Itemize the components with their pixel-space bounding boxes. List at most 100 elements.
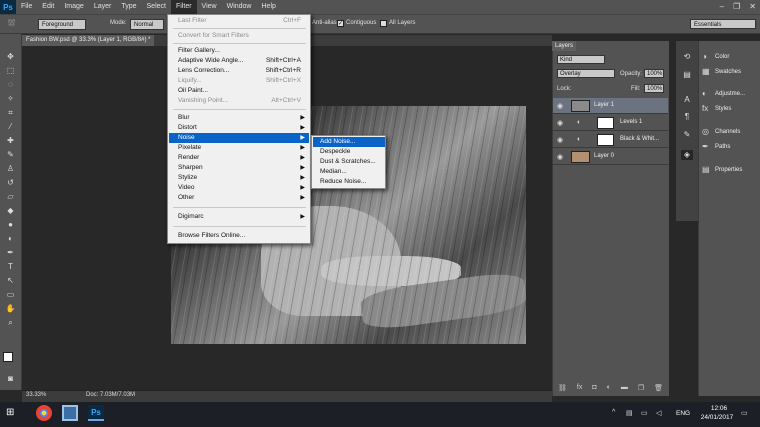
menu-item-digimarc[interactable]: Digimarc ▶ — [169, 212, 309, 222]
menu-item-filter-gallery[interactable]: Filter Gallery... — [169, 46, 309, 56]
layers-dock-icon[interactable]: ◈ — [681, 150, 693, 160]
menu-item-pixelate[interactable]: Pixelate ▶ — [169, 143, 309, 153]
menu-item-oil-paint[interactable]: Oil Paint... — [169, 86, 309, 96]
menu-item-stylize[interactable]: Stylize ▶ — [169, 173, 309, 183]
paint-bucket-tool-icon[interactable]: ◆ — [4, 206, 17, 215]
menu-layer[interactable]: Layer — [89, 0, 117, 14]
close-button[interactable]: ✕ — [749, 0, 756, 14]
clock-time[interactable]: 12:06 — [704, 405, 734, 412]
layers-tab[interactable]: Layers — [552, 41, 576, 51]
notification-icon[interactable]: ▭ — [741, 409, 748, 417]
menu-item-median[interactable]: Median... — [313, 167, 385, 177]
chrome-icon[interactable] — [36, 405, 52, 421]
language-indicator[interactable]: ENG — [676, 410, 690, 417]
dock-channels[interactable]: ◎ Channels — [702, 127, 740, 136]
paint-bucket-icon[interactable]: ⛆ — [8, 18, 15, 29]
layer-row-black-white[interactable]: ◉ ◐ Black & Whit... — [553, 132, 668, 148]
hand-tool-icon[interactable]: ✋ — [4, 304, 17, 313]
menu-help[interactable]: Help — [257, 0, 281, 14]
foreground-color-swatch[interactable] — [3, 352, 13, 362]
type-tool-icon[interactable]: T — [4, 262, 17, 271]
clock-date[interactable]: 24/01/2017 — [695, 414, 739, 421]
menu-edit[interactable]: Edit — [37, 0, 59, 14]
folder-icon[interactable]: ▬ — [621, 384, 628, 394]
pen-tool-icon[interactable]: ✒ — [4, 248, 17, 257]
zoom-tool-icon[interactable]: ⌕ — [4, 318, 17, 327]
menu-item-noise[interactable]: Noise ▶ — [169, 133, 309, 143]
menu-item-dust-scratches[interactable]: Dust & Scratches... — [313, 157, 385, 167]
mode-select[interactable]: Normal — [130, 19, 164, 30]
workspace-select[interactable]: Essentials — [690, 19, 756, 29]
restore-button[interactable]: ❐ — [733, 0, 740, 14]
menu-window[interactable]: Window — [222, 0, 257, 14]
visibility-eye-icon[interactable]: ◉ — [557, 119, 563, 127]
fill-source-select[interactable]: Foreground — [38, 19, 86, 30]
paragraph-icon[interactable]: ¶ — [681, 112, 693, 122]
history-icon[interactable]: ⟲ — [681, 52, 693, 62]
adjustment-layer-icon[interactable]: ◐ — [607, 384, 611, 394]
dock-swatches[interactable]: ▦ Swatches — [702, 67, 741, 76]
menu-type[interactable]: Type — [116, 0, 141, 14]
eraser-tool-icon[interactable]: ▱ — [4, 192, 17, 201]
healing-brush-icon[interactable]: ✚ — [4, 136, 17, 145]
dock-paths[interactable]: ✒ Paths — [702, 142, 730, 151]
tray-chevron-icon[interactable]: ^ — [612, 409, 615, 416]
properties-icon[interactable]: ▤ — [681, 70, 693, 80]
visibility-eye-icon[interactable]: ◉ — [557, 136, 563, 144]
visibility-eye-icon[interactable]: ◉ — [557, 102, 563, 110]
link-icon[interactable]: ⛓ — [558, 384, 567, 394]
layer-filter-kind[interactable]: Kind — [557, 55, 605, 64]
layer-row-levels-1[interactable]: ◉ ◐ Levels 1 — [553, 115, 668, 131]
magic-wand-icon[interactable]: ✧ — [4, 94, 17, 103]
blur-tool-icon[interactable]: ● — [4, 220, 17, 229]
all-layers-checkbox[interactable] — [380, 20, 387, 27]
path-select-icon[interactable]: ↖ — [4, 276, 17, 285]
menu-item-adaptive-wide-angle[interactable]: Adaptive Wide Angle... Shift+Ctrl+A — [169, 56, 309, 66]
photoshop-taskbar-icon[interactable]: Ps — [88, 405, 104, 421]
menu-file[interactable]: File — [16, 0, 37, 14]
volume-icon[interactable]: ◁ — [656, 409, 661, 417]
dock-adjustments[interactable]: ◐ Adjustme... — [702, 89, 745, 98]
dock-properties[interactable]: ▤ Properties — [702, 165, 742, 174]
network-icon[interactable]: ▤ — [626, 409, 633, 417]
opacity-input[interactable]: 100% — [644, 69, 664, 78]
menu-item-distort[interactable]: Distort ▶ — [169, 123, 309, 133]
new-layer-icon[interactable]: ❐ — [638, 384, 644, 394]
menu-image[interactable]: Image — [59, 0, 88, 14]
dock-color[interactable]: ◑ Color — [702, 52, 729, 61]
visibility-eye-icon[interactable]: ◉ — [557, 153, 563, 161]
menu-item-despeckle[interactable]: Despeckle — [313, 147, 385, 157]
eyedropper-icon[interactable]: ⁄ — [4, 122, 17, 131]
mask-icon[interactable]: ◘ — [592, 384, 596, 394]
brush-presets-icon[interactable]: ✎ — [681, 130, 693, 140]
history-brush-icon[interactable]: ↺ — [4, 178, 17, 187]
menu-item-add-noise[interactable]: Add Noise... — [313, 137, 385, 147]
menu-item-sharpen[interactable]: Sharpen ▶ — [169, 163, 309, 173]
menu-view[interactable]: View — [197, 0, 222, 14]
contiguous-checkbox[interactable]: ✓ — [337, 20, 344, 27]
dock-styles[interactable]: fx Styles — [702, 104, 731, 113]
menu-item-reduce-noise[interactable]: Reduce Noise... — [313, 177, 385, 187]
layer-row-layer-1[interactable]: ◉ Layer 1 — [553, 98, 668, 114]
menu-item-video[interactable]: Video ▶ — [169, 183, 309, 193]
stamp-tool-icon[interactable]: ♙ — [4, 164, 17, 173]
document-tab[interactable]: Fashion BW.psd @ 33.3% (Layer 1, RGB/8#)… — [22, 35, 155, 46]
menu-item-blur[interactable]: Blur ▶ — [169, 113, 309, 123]
lasso-tool-icon[interactable]: ◌ — [4, 80, 17, 89]
windows-start-icon[interactable]: ⊞ — [6, 407, 14, 418]
trash-icon[interactable]: 🗑 — [654, 384, 663, 394]
zoom-level[interactable]: 33.33% — [26, 392, 46, 398]
menu-item-browse-filters[interactable]: Browse Filters Online... — [169, 231, 309, 241]
marquee-tool-icon[interactable]: ⬚ — [4, 66, 17, 75]
file-explorer-icon[interactable] — [62, 405, 78, 421]
layer-row-layer-0[interactable]: ◉ Layer 0 — [553, 149, 668, 165]
menu-item-other[interactable]: Other ▶ — [169, 193, 309, 203]
shape-tool-icon[interactable]: ▭ — [4, 290, 17, 299]
minimize-button[interactable]: – — [720, 0, 724, 14]
menu-filter[interactable]: Filter — [170, 0, 197, 14]
quick-mask-icon[interactable]: ◙ — [4, 374, 17, 383]
blend-mode-select[interactable]: Overlay — [557, 69, 615, 78]
dodge-tool-icon[interactable]: ◐ — [4, 234, 17, 243]
character-icon[interactable]: A — [681, 95, 693, 105]
menu-item-render[interactable]: Render ▶ — [169, 153, 309, 163]
